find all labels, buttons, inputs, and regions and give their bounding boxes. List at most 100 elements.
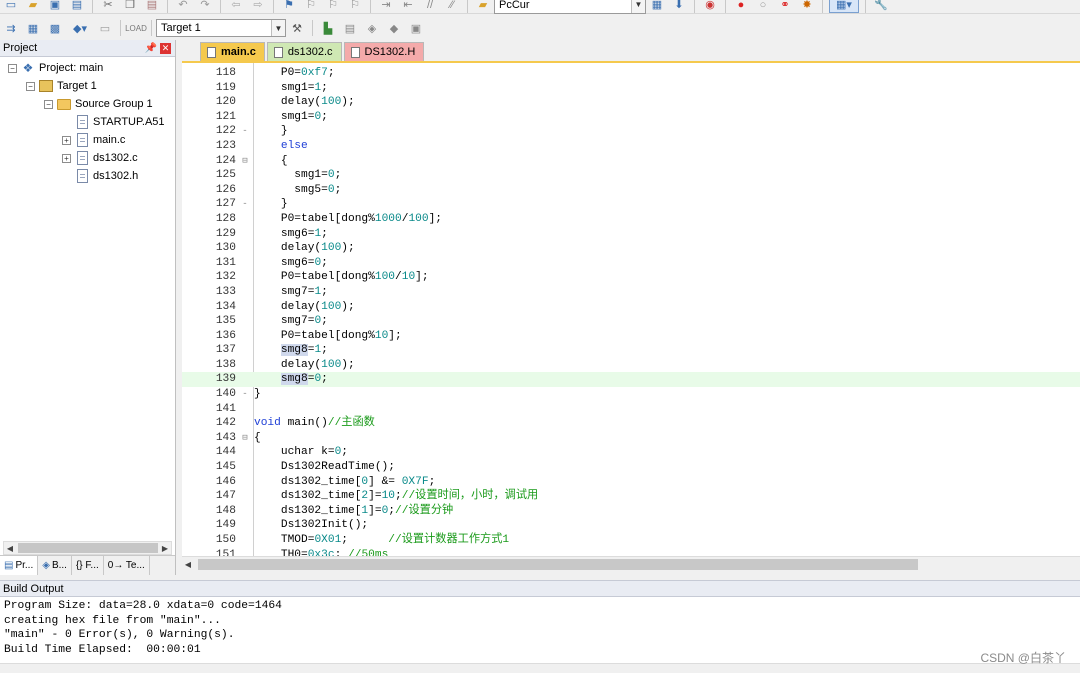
breakpoint-disable-icon[interactable]: ○: [754, 0, 772, 13]
bookmark-prev-icon[interactable]: ⚐: [302, 0, 320, 13]
fold-toggle-icon[interactable]: ⊟: [238, 154, 252, 169]
configure-wrench-icon[interactable]: 🔧: [872, 0, 890, 13]
build-icon[interactable]: ▦: [24, 20, 42, 36]
nav-forward-icon[interactable]: ⇨: [249, 0, 267, 13]
collapse-icon[interactable]: −: [26, 81, 35, 91]
rebuild-icon[interactable]: ▩: [46, 20, 64, 36]
tree-item-ds1302-h[interactable]: ds1302.h: [75, 167, 138, 185]
paste-icon[interactable]: ▤: [143, 0, 161, 13]
code-line[interactable]: 150 TMOD=0X01; //设置计数器工作方式1: [182, 533, 1080, 548]
incremental-find-icon[interactable]: ⬇: [670, 0, 688, 13]
tree-item-ds1302-c[interactable]: + ds1302.c: [62, 149, 138, 167]
code-line[interactable]: 145 Ds1302ReadTime();: [182, 460, 1080, 475]
tab-ds1302-h[interactable]: DS1302.H: [343, 42, 425, 61]
code-line[interactable]: 123 else: [182, 139, 1080, 154]
scrollbar-thumb[interactable]: [18, 543, 158, 553]
code-line[interactable]: 124 ⊟ {: [182, 154, 1080, 169]
tree-item-project[interactable]: − ❖ Project: main: [8, 59, 103, 77]
collapse-icon[interactable]: −: [44, 99, 53, 109]
expand-icon[interactable]: +: [62, 153, 71, 163]
code-line[interactable]: 137 smg8=1;: [182, 343, 1080, 358]
pin-icon[interactable]: 📌: [145, 43, 157, 54]
unindent-icon[interactable]: ⇤: [399, 0, 417, 13]
cut-icon[interactable]: ✂: [99, 0, 117, 13]
copy-icon[interactable]: ❐: [121, 0, 139, 13]
code-line[interactable]: 143 ⊟{: [182, 431, 1080, 446]
tree-item-startup-a51[interactable]: STARTUP.A51: [75, 113, 165, 131]
code-line[interactable]: 120 delay(100);: [182, 95, 1080, 110]
scroll-right-icon[interactable]: ▶: [159, 542, 171, 554]
code-line[interactable]: 133 smg7=1;: [182, 285, 1080, 300]
scroll-left-icon[interactable]: ◀: [182, 558, 194, 570]
breakpoint-insert-icon[interactable]: ●: [732, 0, 750, 13]
code-line[interactable]: 129 smg6=1;: [182, 227, 1080, 242]
code-line[interactable]: 130 delay(100);: [182, 241, 1080, 256]
code-line[interactable]: 139 smg8=0;: [182, 372, 1080, 388]
tab-books[interactable]: ◈ B...: [38, 556, 72, 575]
tab-project[interactable]: ▤ Pr...: [0, 556, 39, 575]
tree-item-source-group[interactable]: − Source Group 1: [44, 95, 153, 113]
open-folder-icon[interactable]: ▰: [24, 0, 42, 13]
collapse-icon[interactable]: −: [8, 63, 17, 73]
tab-templates[interactable]: 0→ Te...: [104, 556, 150, 575]
new-file-icon[interactable]: ▭: [2, 0, 20, 13]
indent-icon[interactable]: ⇥: [377, 0, 395, 13]
find-in-files-icon[interactable]: ▰: [474, 0, 492, 13]
target-options-icon[interactable]: ⚒: [288, 20, 306, 36]
fold-toggle-icon[interactable]: ⊟: [238, 431, 252, 446]
tree-item-main-c[interactable]: + main.c: [62, 131, 125, 149]
code-line[interactable]: 119 smg1=1;: [182, 81, 1080, 96]
chevron-down-icon[interactable]: ▼: [271, 20, 285, 36]
scrollbar-thumb[interactable]: [198, 558, 918, 570]
target-select[interactable]: Target 1 ▼: [156, 19, 286, 37]
code-line[interactable]: 149 Ds1302Init();: [182, 518, 1080, 533]
tab-functions[interactable]: {} F...: [72, 556, 104, 575]
code-line[interactable]: 147 ds1302_time[2]=10;//设置时间，小时，调试用: [182, 489, 1080, 504]
code-line[interactable]: 146 ds1302_time[0] &= 0X7F;: [182, 475, 1080, 490]
code-line[interactable]: 132 P0=tabel[dong%100/10];: [182, 270, 1080, 285]
stop-build-icon[interactable]: ▭: [96, 20, 114, 36]
save-all-icon[interactable]: ▤: [68, 0, 86, 13]
code-line[interactable]: 136 P0=tabel[dong%10];: [182, 329, 1080, 344]
chevron-down-icon[interactable]: ▼: [631, 0, 645, 13]
scroll-left-icon[interactable]: ◀: [4, 542, 16, 554]
bookmark-clear-icon[interactable]: ⚐: [346, 0, 364, 13]
code-line[interactable]: 141: [182, 402, 1080, 417]
project-panel-scrollbar[interactable]: ◀ ▶: [3, 541, 172, 555]
file-extensions-icon[interactable]: ▙: [319, 20, 337, 36]
build-output-scrollbar[interactable]: [0, 663, 1080, 673]
code-line[interactable]: 140-}: [182, 387, 1080, 402]
code-line[interactable]: 121 smg1=0;: [182, 110, 1080, 125]
uncomment-icon[interactable]: ⁄⁄: [443, 0, 461, 13]
code-line[interactable]: 118 P0=0xf7;: [182, 66, 1080, 81]
code-line[interactable]: 122- }: [182, 124, 1080, 139]
download-load-icon[interactable]: LOAD: [125, 20, 147, 36]
debug-start-icon[interactable]: ◉: [701, 0, 719, 13]
window-layout-icon[interactable]: ▦▾: [829, 0, 859, 13]
tree-item-target[interactable]: − Target 1: [26, 77, 97, 95]
code-line[interactable]: 127- }: [182, 197, 1080, 212]
code-line[interactable]: 142 void main()//主函数: [182, 416, 1080, 431]
translate-icon[interactable]: ⇉: [2, 20, 20, 36]
comment-icon[interactable]: //: [421, 0, 439, 13]
code-line[interactable]: 126 smg5=0;: [182, 183, 1080, 198]
code-line[interactable]: 135 smg7=0;: [182, 314, 1080, 329]
bookmark-set-icon[interactable]: ⚑: [280, 0, 298, 13]
bookmark-next-icon[interactable]: ⚐: [324, 0, 342, 13]
select-packs-icon[interactable]: ◆: [385, 20, 403, 36]
find-icon[interactable]: ▦: [648, 0, 666, 13]
manage-components-icon[interactable]: ▤: [341, 20, 359, 36]
code-line[interactable]: 125 smg1=0;: [182, 168, 1080, 183]
save-icon[interactable]: ▣: [46, 0, 64, 13]
tab-ds1302-c[interactable]: ds1302.c: [266, 42, 342, 61]
batch-build-icon[interactable]: ◆▾: [68, 20, 92, 36]
build-output-pane[interactable]: Program Size: data=28.0 xdata=0 code=146…: [0, 597, 1080, 663]
environment-icon[interactable]: ▣: [407, 20, 425, 36]
editor-scrollbar[interactable]: ◀: [182, 556, 1080, 571]
nav-back-icon[interactable]: ⇦: [227, 0, 245, 13]
code-line[interactable]: 134 delay(100);: [182, 300, 1080, 315]
undo-icon[interactable]: ↶: [174, 0, 192, 13]
code-line[interactable]: 148 ds1302_time[1]=0;//设置分钟: [182, 504, 1080, 519]
breakpoint-kill-icon[interactable]: ⚭: [776, 0, 794, 13]
breakpoint-kill-all-icon[interactable]: ✸: [798, 0, 816, 13]
